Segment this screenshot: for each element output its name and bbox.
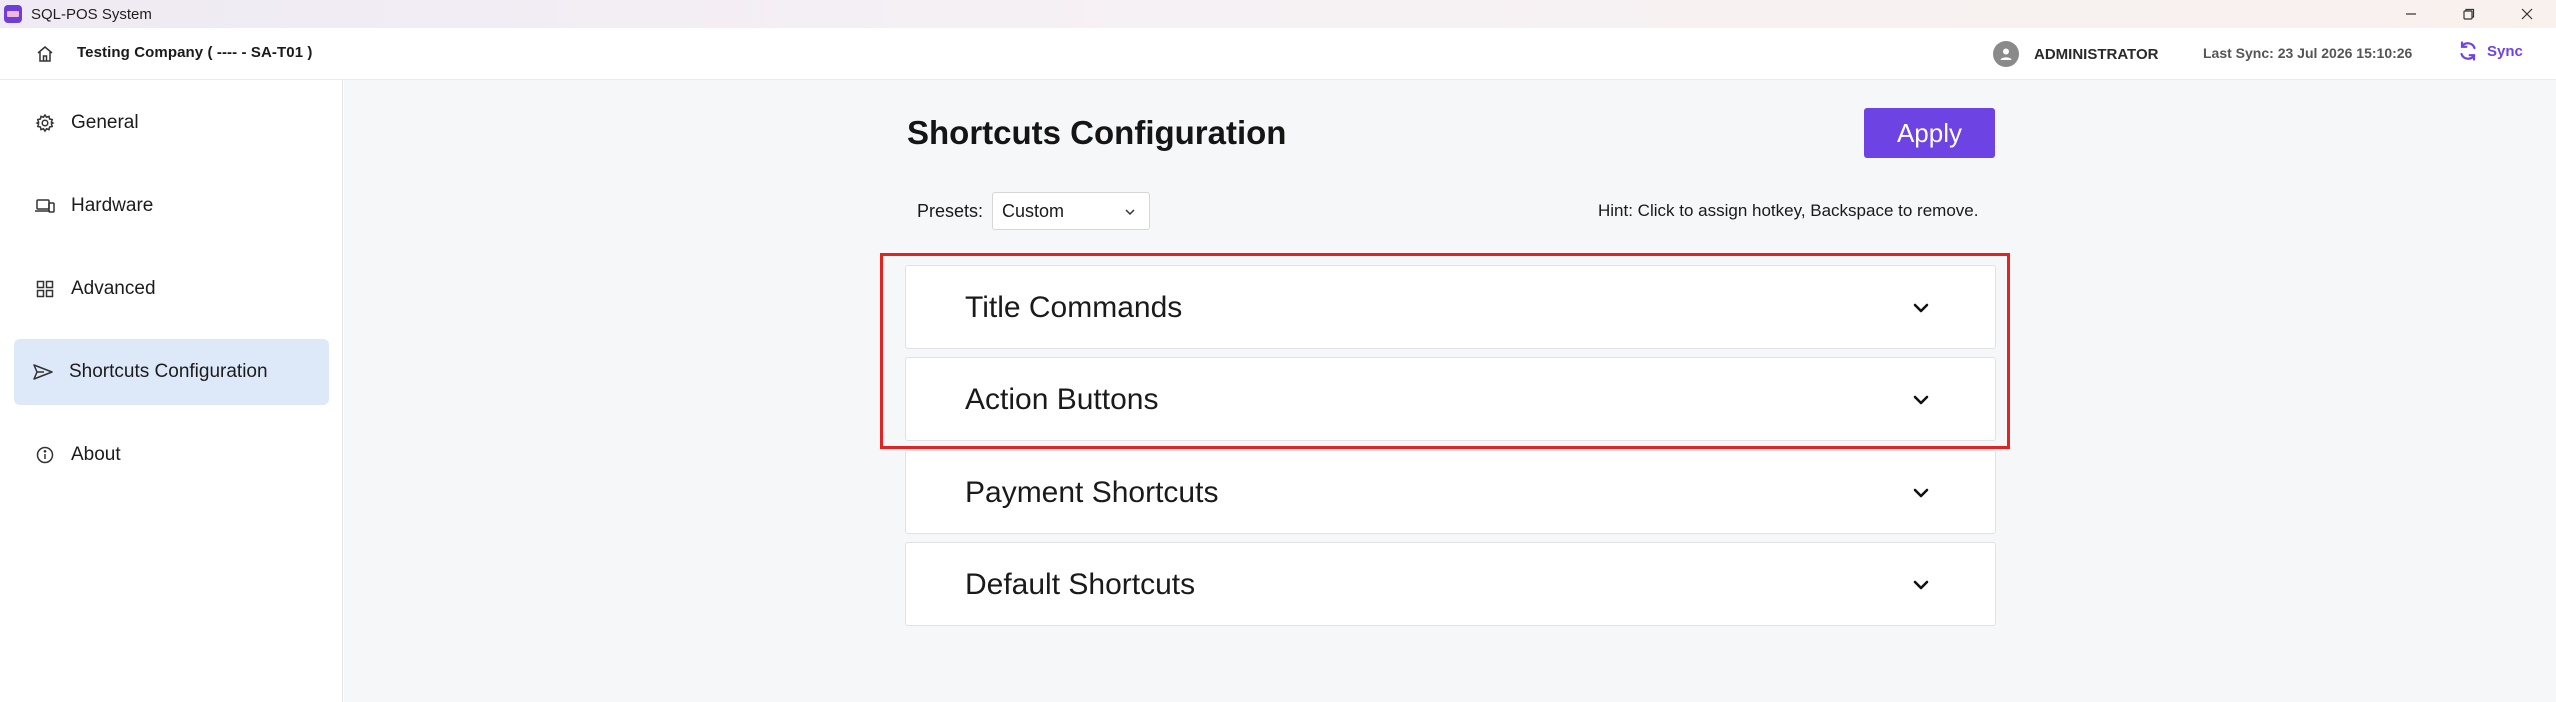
section-title-commands[interactable]: Title Commands <box>905 265 1996 349</box>
close-window-button[interactable] <box>2498 0 2556 28</box>
sidebar-item-shortcuts-configuration[interactable]: Shortcuts Configuration <box>14 339 329 405</box>
hint-text: Hint: Click to assign hotkey, Backspace … <box>1598 201 1979 220</box>
sidebar-item-label: About <box>71 444 121 465</box>
sidebar-item-advanced[interactable]: Advanced <box>14 256 329 322</box>
company-name: Testing Company ( ---- - SA-T01 ) <box>77 44 313 61</box>
restore-icon <box>2463 8 2475 20</box>
home-button[interactable] <box>33 42 57 66</box>
restore-button[interactable] <box>2440 0 2498 28</box>
section-action-buttons[interactable]: Action Buttons <box>905 357 1996 441</box>
close-icon <box>2521 8 2533 20</box>
user-icon <box>2000 48 2012 60</box>
chevron-down-icon <box>1913 488 1929 498</box>
last-sync-status: Last Sync: 23 Jul 2026 15:10:26 <box>2203 45 2413 61</box>
apply-button[interactable]: Apply <box>1864 108 1995 158</box>
sidebar-item-hardware[interactable]: Hardware <box>14 173 329 239</box>
app-logo-icon <box>4 5 22 23</box>
section-label: Default Shortcuts <box>965 568 1196 601</box>
gear-icon <box>33 111 57 135</box>
chevron-down-icon <box>1913 580 1929 590</box>
sidebar-item-label: General <box>71 112 139 133</box>
minimize-button[interactable] <box>2382 0 2440 28</box>
chevron-down-icon <box>1913 303 1929 313</box>
page-title: Shortcuts Configuration <box>907 114 1287 151</box>
window-title: SQL-POS System <box>31 5 152 23</box>
presets-label: Presets: <box>917 201 984 221</box>
user-name: ADMINISTRATOR <box>2034 45 2159 63</box>
section-label: Action Buttons <box>965 383 1159 416</box>
sidebar-item-general[interactable]: General <box>14 90 329 156</box>
devices-icon <box>33 194 57 218</box>
window-controls <box>2382 0 2556 28</box>
send-icon <box>31 360 55 384</box>
sidebar: General Hardware Advanced Shortcuts Conf… <box>0 80 343 702</box>
info-icon <box>33 443 57 467</box>
app-header: Testing Company ( ---- - SA-T01 ) ADMINI… <box>0 28 2556 80</box>
sidebar-item-label: Shortcuts Configuration <box>69 361 268 382</box>
home-icon <box>37 46 53 62</box>
window-titlebar: SQL-POS System <box>0 0 2556 28</box>
user-menu[interactable]: ADMINISTRATOR <box>1993 41 2158 67</box>
grid-icon <box>33 277 57 301</box>
sidebar-item-label: Hardware <box>71 195 154 216</box>
sync-label: Sync <box>2487 42 2523 60</box>
sidebar-item-about[interactable]: About <box>14 422 329 488</box>
chevron-down-icon <box>1125 209 1135 216</box>
presets-dropdown[interactable]: Custom <box>992 192 1150 230</box>
presets-selected-value: Custom <box>1002 200 1065 221</box>
avatar <box>1993 41 2019 67</box>
sync-button[interactable]: Sync <box>2457 40 2523 62</box>
section-label: Title Commands <box>965 291 1183 324</box>
sidebar-item-label: Advanced <box>71 278 156 299</box>
minimize-icon <box>2406 13 2416 15</box>
section-default-shortcuts[interactable]: Default Shortcuts <box>905 542 1996 626</box>
sync-icon <box>2460 41 2476 61</box>
section-payment-shortcuts[interactable]: Payment Shortcuts <box>905 450 1996 534</box>
chevron-down-icon <box>1913 395 1929 405</box>
section-label: Payment Shortcuts <box>965 476 1219 509</box>
main-content: Shortcuts Configuration Apply Presets: C… <box>344 80 2556 702</box>
